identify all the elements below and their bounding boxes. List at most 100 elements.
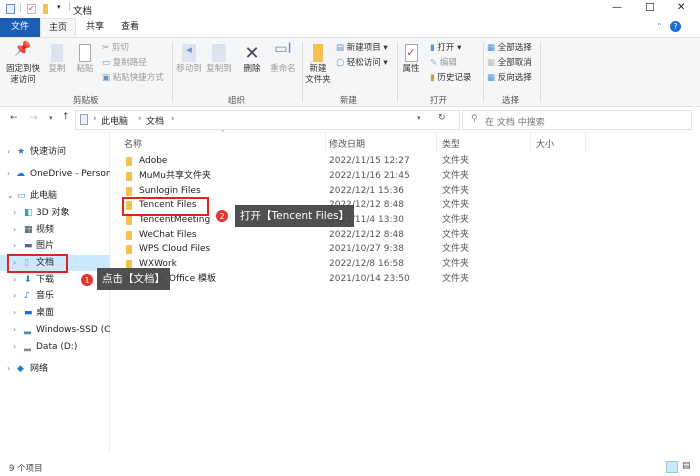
easy-access-button[interactable]: ▢ 轻松访问 ▾ [336,58,388,69]
details-view-button[interactable] [666,461,678,473]
collapse-ribbon-icon[interactable]: ⌃ [656,22,663,31]
file-date: 2022/12/8 16:58 [329,259,404,269]
back-button[interactable]: ← [10,113,18,123]
paste-button[interactable]: 粘贴 [73,44,97,75]
sidebar-item-network[interactable]: › ◆ 网络 [0,361,110,377]
address-bar[interactable]: › 此电脑 › 文档 › ▾ ↻ [75,110,460,130]
properties-button[interactable]: ✓ 属性 [400,44,422,75]
window-title: 文档 [73,6,93,17]
sidebar-item-pictures[interactable]: › ▬ 图片 [0,238,110,254]
column-type[interactable]: 类型 [442,137,460,150]
file-type: 文件夹 [442,156,470,166]
rename-button[interactable]: ▭I 重命名 [268,42,298,75]
invert-selection-button[interactable]: ▦ 反向选择 [487,73,532,84]
forward-button[interactable]: → [30,113,38,123]
file-date: 2022/12/1 15:36 [329,186,404,196]
paste-shortcut-button[interactable]: ▣ 粘贴快捷方式 [102,73,164,84]
recent-locations-dropdown[interactable]: ▾ [49,114,53,122]
file-row[interactable]: Adobe 2022/11/15 12:27 文件夹 [120,154,580,168]
desktop-icon: ▬ [24,308,33,318]
column-date[interactable]: 修改日期 [329,137,365,150]
select-all-icon: ▦ [487,43,498,53]
documents-icon [80,114,88,125]
search-box[interactable]: ⚲ 在 文档 中搜索 [462,110,692,130]
select-none-button[interactable]: ▦ 全部取消 [487,58,532,69]
file-row[interactable]: WXWork 2022/12/8 16:58 文件夹 [120,257,580,271]
pin-quick-access-button[interactable]: 📌 固定到快 速访问 [3,42,43,86]
app-icon [6,4,15,14]
move-to-button[interactable]: ◂ 移动到 [175,44,203,75]
group-label-select: 选择 [502,96,520,106]
new-folder-button[interactable]: 新建 文件夹 [303,44,333,86]
highlight-box-documents [7,254,68,273]
title-bar: | ✓ ▾ | 文档 — ☐ ✕ [0,0,700,18]
sidebar-item-quick-access[interactable]: › ★ 快速访问 [0,144,110,160]
music-icon: ♪ [24,291,30,301]
cloud-icon: ☁ [16,169,25,179]
group-label-new: 新建 [340,96,358,106]
column-name[interactable]: 名称 [124,137,142,150]
help-icon[interactable]: ? [670,21,681,32]
folder-icon [126,187,132,196]
breadcrumb-documents[interactable]: 文档 [146,114,164,127]
file-name: WeChat Files [139,230,197,240]
quick-access-dropdown-icon[interactable]: ▾ [57,3,61,11]
file-row[interactable]: MuMu共享文件夹 2022/11/16 21:45 文件夹 [120,169,580,183]
folder-icon [126,245,132,254]
properties-quick-icon[interactable]: ✓ [27,4,36,14]
sidebar-item-music[interactable]: › ♪ 音乐 [0,288,110,304]
column-size[interactable]: 大小 [536,137,554,150]
new-item-button[interactable]: ▤ 新建项目 ▾ [336,43,388,54]
breadcrumb-this-pc[interactable]: 此电脑 [101,114,128,127]
file-row[interactable]: WPS Cloud Files 2021/10/27 9:38 文件夹 [120,242,580,256]
minimize-button[interactable]: — [612,2,622,13]
sidebar-item-this-pc[interactable]: ⌄ ▭ 此电脑 [0,188,110,204]
sidebar-item-onedrive[interactable]: › ☁ OneDrive - Persona [0,166,110,182]
copy-button[interactable]: 复制 [45,44,69,75]
up-button[interactable]: ↑ [62,112,70,122]
sidebar-item-drive-c[interactable]: › ▂ Windows-SSD (C:) [0,322,110,338]
tab-view[interactable]: 查看 [112,18,148,37]
invert-selection-icon: ▦ [487,73,498,83]
close-button[interactable]: ✕ [677,2,685,13]
folder-icon [126,157,132,166]
cut-button[interactable]: ✂ 剪切 [102,43,129,54]
tab-home[interactable]: 主页 [40,18,76,37]
sidebar-item-drive-d[interactable]: › ▂ Data (D:) [0,339,110,355]
ribbon: 📌 固定到快 速访问 复制 粘贴 ✂ 剪切 ▭ 复制路径 ▣ 粘贴快捷方式 剪贴板… [0,37,700,107]
file-row[interactable]: WeChat Files 2022/12/12 8:48 文件夹 [120,228,580,242]
status-bar: 9 个项目 ▤ [0,458,700,476]
tab-file[interactable]: 文件 [0,18,40,37]
file-row[interactable]: Sunlogin Files 2022/12/1 15:36 文件夹 [120,184,580,198]
drive-icon: ▂ [24,325,31,335]
navigation-bar: ← → ▾ ↑ › 此电脑 › 文档 › ▾ ↻ ⚲ 在 文档 中搜索 [0,107,700,133]
search-input[interactable]: 在 文档 中搜索 [485,115,545,128]
item-count: 9 个项目 [9,464,43,474]
copy-path-button[interactable]: ▭ 复制路径 [102,58,147,69]
ribbon-tabs: 文件 主页 共享 查看 ⌃ ? [0,18,700,37]
highlight-box-tencent-files [122,197,209,216]
file-name: Adobe [139,156,168,166]
open-button[interactable]: ▮ 打开 ▾ [430,43,461,54]
sidebar-item-videos[interactable]: › ▦ 视频 [0,222,110,238]
sidebar-item-desktop[interactable]: › ▬ 桌面 [0,305,110,321]
file-date: 2022/12/12 8:48 [329,230,404,240]
sidebar-item-3d-objects[interactable]: › ◧ 3D 对象 [0,205,110,221]
copy-to-button[interactable]: 复制到 [205,44,233,75]
file-row[interactable]: 自定义 Office 模板 2021/10/14 23:50 文件夹 [120,272,580,286]
download-icon: ⬇ [24,275,32,285]
large-icons-view-button[interactable]: ▤ [682,461,691,471]
select-all-button[interactable]: ▦ 全部选择 [487,43,532,54]
maximize-button[interactable]: ☐ [645,1,655,14]
edit-button[interactable]: ✎ 编辑 [430,58,457,69]
new-folder-quick-icon[interactable] [43,4,48,14]
history-button[interactable]: ▮ 历史记录 [430,73,471,84]
refresh-icon[interactable]: ↻ [438,113,446,123]
star-icon: ★ [17,147,26,157]
group-label-clipboard: 剪贴板 [73,96,99,106]
address-dropdown-icon[interactable]: ▾ [417,114,421,122]
delete-button[interactable]: ✕ 删除 [240,44,264,75]
tab-share[interactable]: 共享 [78,18,112,37]
sort-ascending-icon: ⌃ [220,129,226,137]
picture-icon: ▬ [24,241,33,251]
